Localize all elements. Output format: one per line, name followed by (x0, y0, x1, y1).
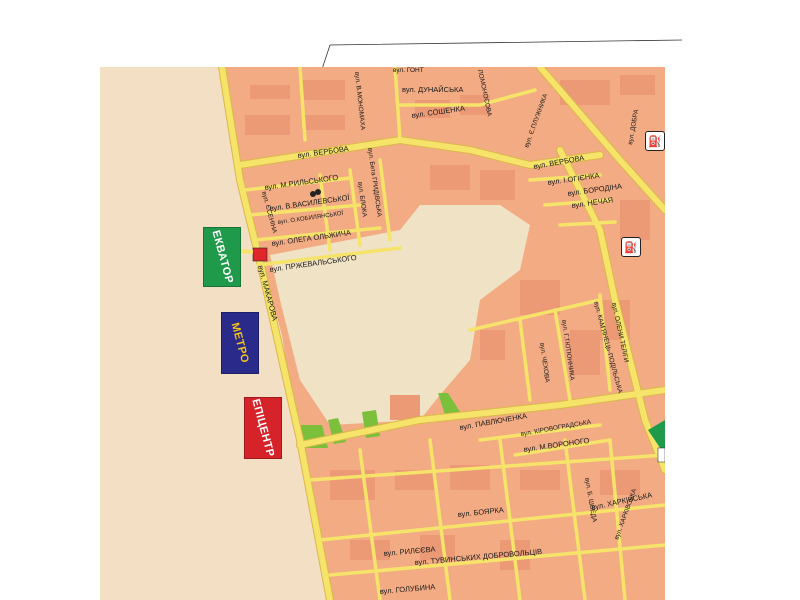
fuel-station-icon[interactable]: ⛽ (621, 237, 641, 257)
street-label: вул. ДУНАЙСЬКА (402, 85, 463, 94)
epicentr-sign[interactable]: ЕПІЦЕНТР (244, 397, 282, 459)
city-map[interactable]: вул. ВЕРБОВА вул. ВЕРБОВА вул. М.РИЛЬСЬК… (100, 67, 665, 600)
epicentr-label: ЕПІЦЕНТР (249, 397, 277, 459)
map-canvas[interactable]: вул. ВЕРБОВА вул. ВЕРБОВА вул. М.РИЛЬСЬК… (100, 67, 665, 600)
landmark-dot (315, 189, 321, 195)
fuel-station-icon[interactable]: ⛽ (645, 131, 665, 151)
ekvator-sign[interactable]: ЕКВАТОР (203, 227, 241, 287)
target-marker[interactable] (252, 247, 268, 262)
ekvator-label: ЕКВАТОР (209, 229, 235, 285)
street-label: вул. ГОНТ (393, 67, 424, 74)
metro-label: МЕТРО (228, 321, 252, 365)
metro-sign[interactable]: МЕТРО (221, 312, 259, 374)
